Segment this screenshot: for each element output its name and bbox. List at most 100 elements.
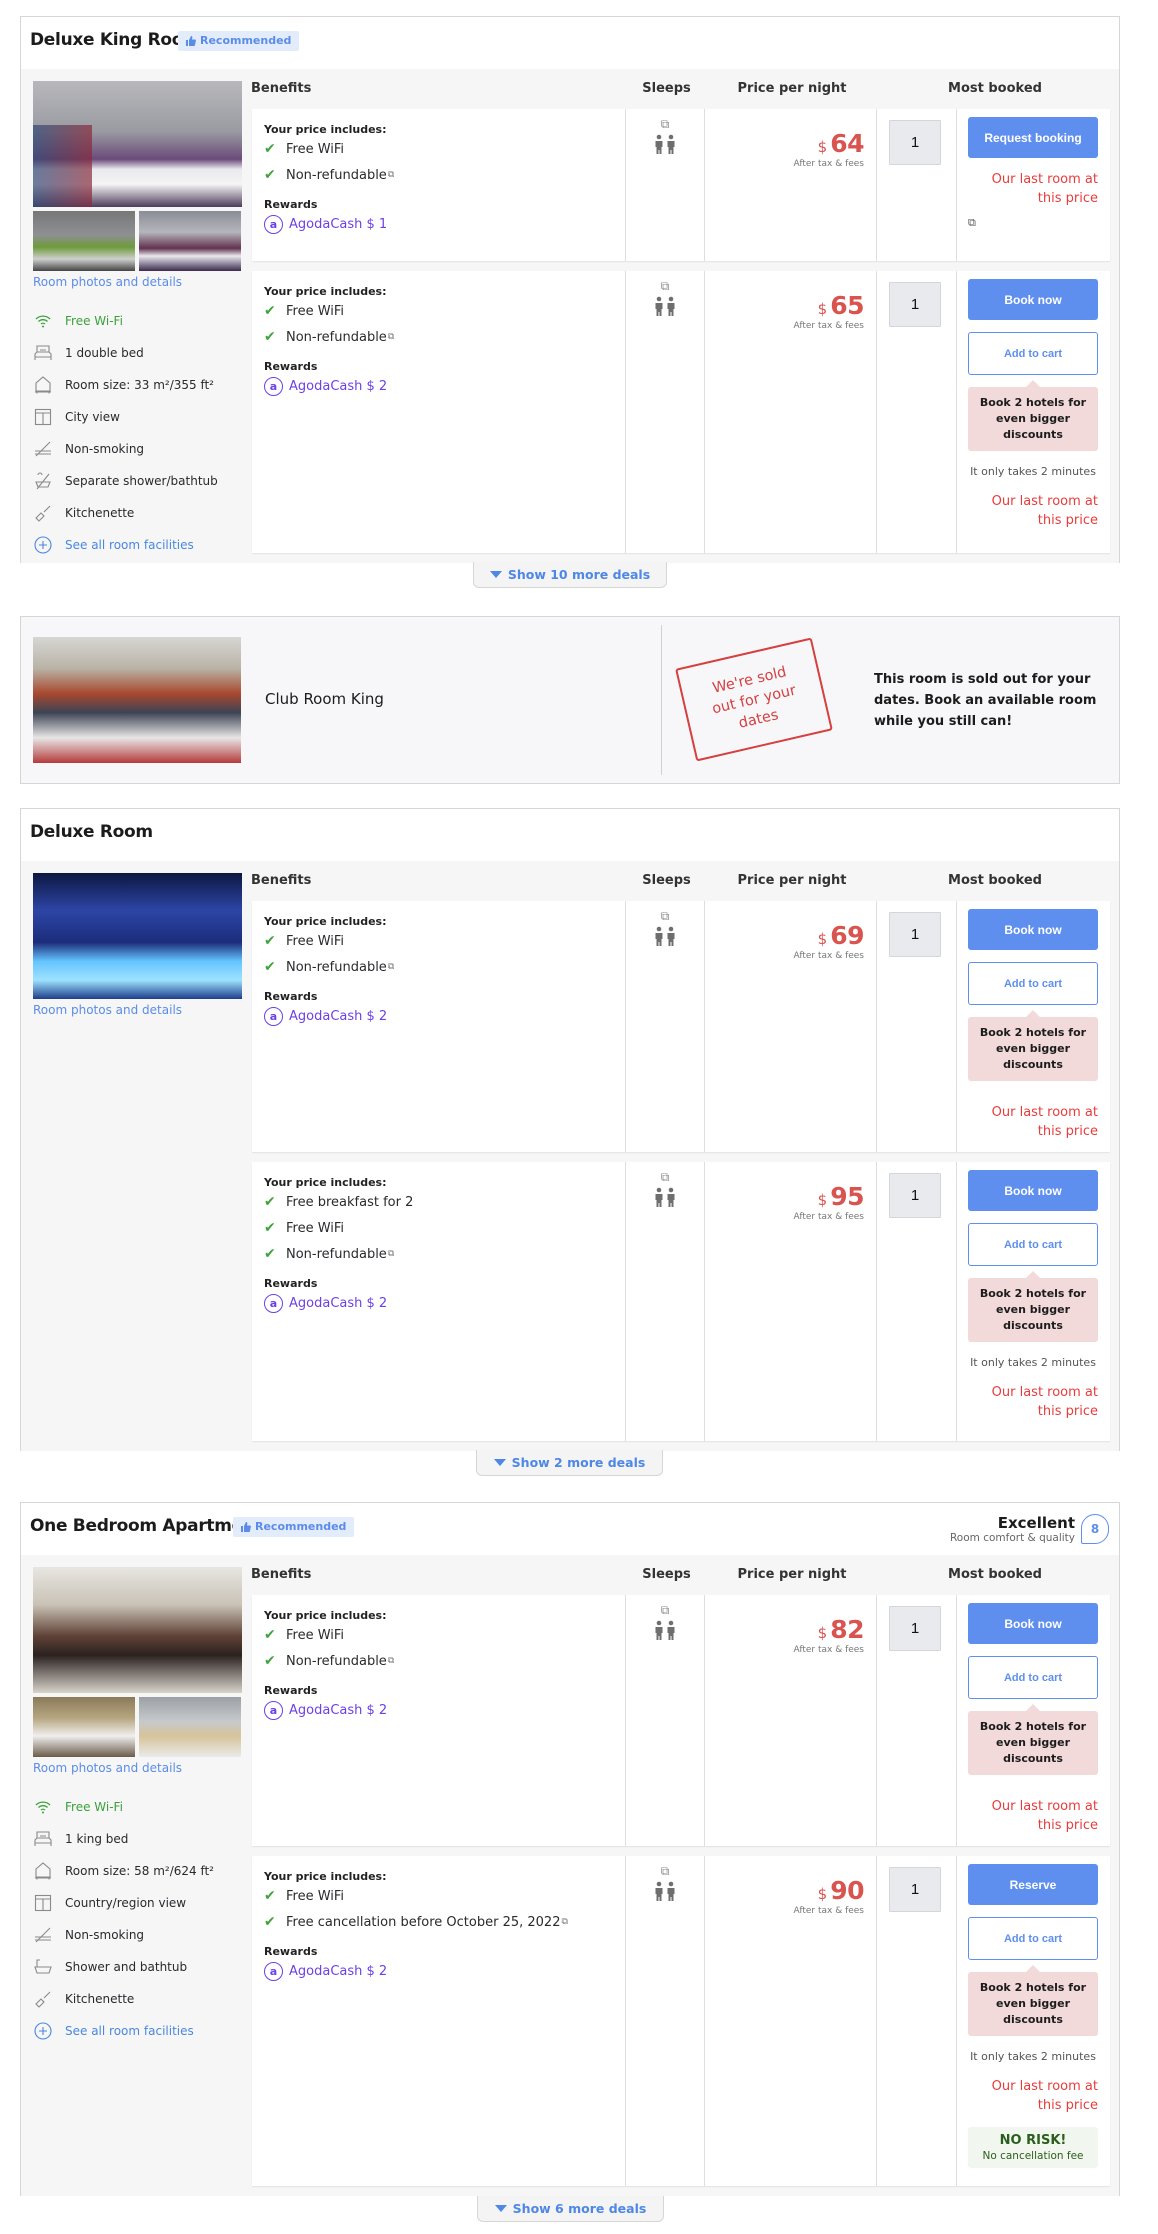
amenity-label: Country/region view — [65, 1896, 187, 1910]
rewards-label: Rewards — [264, 1684, 318, 1697]
reward-item: a AgodaCash $ 2 — [264, 1007, 613, 1026]
room-quantity-select[interactable]: 1 — [889, 120, 941, 165]
show-more-deals-button[interactable]: Show 6 more deals — [477, 2196, 664, 2222]
check-icon: ✔ — [264, 1888, 276, 1904]
add-to-cart-button[interactable]: Add to cart — [968, 1656, 1098, 1699]
room-quantity-select[interactable]: 1 — [889, 282, 941, 327]
room-quantity-select[interactable]: 1 — [889, 1173, 941, 1218]
multi-hotel-promo: Book 2 hotels for even bigger discounts — [968, 1271, 1098, 1342]
external-link-icon[interactable]: ⧉ — [561, 1917, 567, 1927]
benefit-item[interactable]: ✔ Free cancellation before October 25, 20… — [264, 1909, 613, 1935]
external-link-icon[interactable]: ⧉ — [388, 1249, 394, 1259]
book-now-button[interactable]: Book now — [968, 279, 1098, 320]
room-card-body: Room photos and details Free Wi-Fi 1 dou… — [21, 69, 1119, 563]
external-link-icon[interactable]: ⧉ — [626, 1864, 704, 1879]
book-now-button[interactable]: Book now — [968, 909, 1098, 950]
deal-sleeps: ⧉ — [625, 271, 704, 553]
room-photo-thumb[interactable] — [139, 211, 241, 271]
view-icon — [33, 1893, 53, 1913]
room-photo-thumb[interactable] — [139, 1697, 241, 1757]
add-to-cart-button[interactable]: Add to cart — [968, 1223, 1098, 1266]
room-photo-main[interactable] — [33, 1567, 242, 1693]
benefit-item[interactable]: ✔ Non-refundable ⧉ — [264, 324, 613, 350]
show-more-deals-button[interactable]: Show 10 more deals — [473, 562, 667, 588]
price-value: 95 — [830, 1182, 864, 1211]
external-link-icon[interactable]: ⧉ — [626, 909, 704, 924]
agodacash-coin-icon: a — [264, 1294, 283, 1313]
room-photo-main[interactable] — [33, 637, 241, 763]
room-photos-column: Room photos and details Free Wi-Fi 1 kin… — [33, 1567, 242, 2047]
add-to-cart-button[interactable]: Add to cart — [968, 1917, 1098, 1960]
amenity-item: 1 double bed — [33, 337, 242, 369]
kitchenette-icon — [33, 1989, 53, 2009]
check-icon: ✔ — [264, 141, 276, 157]
deal-row: Your price includes: ✔ Free WiFi ✔ Non-ref… — [252, 1595, 1110, 1846]
amenity-item: Country/region view — [33, 1887, 242, 1919]
reward-label: AgodaCash $ 1 — [289, 217, 388, 232]
room-quantity-select[interactable]: 1 — [889, 1606, 941, 1651]
room-card-one-bedroom-apartment: One Bedroom Apartment Recommended Excell… — [20, 1502, 1120, 2196]
book-now-button[interactable]: Book now — [968, 1603, 1098, 1644]
external-link-icon[interactable]: ⧉ — [626, 117, 704, 132]
external-link-icon[interactable]: ⧉ — [388, 170, 394, 180]
check-icon: ✔ — [264, 1914, 276, 1930]
room-photo-main[interactable] — [33, 873, 242, 999]
deal-price: $69 After tax & fees — [704, 901, 876, 1152]
external-link-icon[interactable]: ⧉ — [626, 279, 704, 294]
room-photos-link[interactable]: Room photos and details — [33, 275, 242, 289]
room-card-deluxe-room: Deluxe Room Room photos and details Bene… — [20, 808, 1120, 1451]
room-quantity-select[interactable]: 1 — [889, 912, 941, 957]
show-more-deals-button[interactable]: Show 2 more deals — [476, 1450, 663, 1476]
thumbs-up-icon — [186, 36, 196, 46]
deal-actions: Book now Add to cart Book 2 hotels for e… — [956, 901, 1110, 1152]
last-room-notice: Our last room at this price — [991, 2079, 1098, 2113]
deal-benefits: Your price includes: ✔ Free WiFi ✔ Non-ref… — [252, 1595, 625, 1846]
room-quantity-select[interactable]: 1 — [889, 1867, 941, 1912]
room-photos-link[interactable]: Room photos and details — [33, 1761, 242, 1775]
book-now-button[interactable]: Book now — [968, 1170, 1098, 1211]
reserve-button[interactable]: Reserve — [968, 1864, 1098, 1905]
deal-sleeps: ⧉ — [625, 109, 704, 261]
see-all-facilities-link[interactable]: See all room facilities — [33, 529, 242, 561]
price-currency: $ — [817, 138, 828, 156]
reward-label: AgodaCash $ 2 — [289, 1009, 388, 1024]
includes-label: Your price includes: — [264, 1609, 387, 1622]
room-photos-link[interactable]: Room photos and details — [33, 1003, 242, 1017]
room-photo-main[interactable] — [33, 81, 242, 207]
add-to-cart-button[interactable]: Add to cart — [968, 332, 1098, 375]
benefit-item[interactable]: ✔ Non-refundable ⧉ — [264, 162, 613, 188]
benefit-item[interactable]: ✔ Non-refundable ⧉ — [264, 1241, 613, 1267]
room-photo-thumb[interactable] — [33, 211, 135, 271]
rewards-label: Rewards — [264, 1277, 318, 1290]
see-all-facilities-link[interactable]: See all room facilities — [33, 2015, 242, 2047]
reward-item: a AgodaCash $ 2 — [264, 1294, 613, 1313]
agodacash-coin-icon: a — [264, 1007, 283, 1026]
caret-down-icon — [494, 2205, 507, 2212]
external-link-icon[interactable]: ⧉ — [388, 1656, 394, 1666]
benefit-item: ✔ Free WiFi — [264, 1883, 613, 1909]
price-currency: $ — [817, 930, 828, 948]
reward-label: AgodaCash $ 2 — [289, 1703, 388, 1718]
bathtub-icon — [33, 1957, 53, 1977]
deal-row: Your price includes: ✔ Free WiFi ✔ Free ca… — [252, 1856, 1110, 2186]
external-link-icon[interactable]: ⧉ — [626, 1603, 704, 1618]
benefit-label: Free WiFi — [286, 141, 345, 157]
room-photos-column: Room photos and details Free Wi-Fi 1 dou… — [33, 81, 242, 561]
room-card-header: One Bedroom Apartment Recommended Excell… — [21, 1503, 1119, 1555]
external-link-icon[interactable]: ⧉ — [388, 332, 394, 342]
benefit-item[interactable]: ✔ Non-refundable ⧉ — [264, 954, 613, 980]
request-booking-button[interactable]: Request booking — [968, 117, 1098, 158]
external-link-icon[interactable]: ⧉ — [968, 216, 1099, 230]
add-to-cart-button[interactable]: Add to cart — [968, 962, 1098, 1005]
no-risk-subtitle: No cancellation fee — [982, 2150, 1084, 2162]
benefit-item[interactable]: ✔ Non-refundable ⧉ — [264, 1648, 613, 1674]
benefit-label: Free WiFi — [286, 1220, 345, 1236]
non-smoking-icon — [33, 1925, 53, 1945]
deal-benefits: Your price includes: ✔ Free WiFi ✔ Non-ref… — [252, 901, 625, 1152]
room-photo-thumb[interactable] — [33, 1697, 135, 1757]
external-link-icon[interactable]: ⧉ — [388, 962, 394, 972]
two-guests-icon — [626, 926, 704, 946]
benefit-label: Free WiFi — [286, 1627, 345, 1643]
price-note: After tax & fees — [793, 1212, 864, 1222]
external-link-icon[interactable]: ⧉ — [626, 1170, 704, 1185]
